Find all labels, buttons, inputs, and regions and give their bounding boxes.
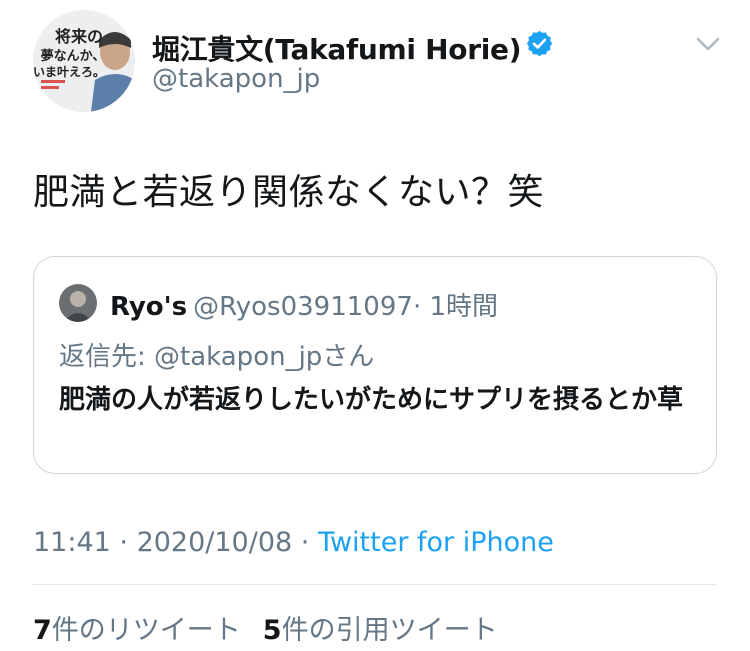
quotes-label: 件の引用ツイート — [281, 615, 498, 646]
author-name[interactable]: 堀江貴文(Takafumi Horie) — [152, 28, 522, 68]
reply-to-label[interactable]: 返信先: @takapon_jpさん — [59, 336, 374, 373]
tweet-date[interactable]: 2020/10/08 — [137, 527, 293, 558]
verified-icon — [526, 30, 553, 57]
retweets-label: 件のリツイート — [51, 615, 241, 646]
tweet-source-link[interactable]: Twitter for iPhone — [318, 527, 554, 558]
quoted-author-avatar-image — [59, 284, 97, 322]
tweet-text: 肥満と若返り関係なくない？笑 — [33, 172, 545, 213]
quoted-tweet-text: 肥満の人が若返りしたいがためにサプリを摂るとか草 — [59, 385, 684, 415]
quotes-count: 5 — [262, 615, 282, 646]
tweet-stats: 7件のリツイート 5件の引用ツイート — [33, 608, 498, 647]
retweets-count: 7 — [33, 615, 52, 646]
avatar-cover-line1: 将来の — [55, 27, 103, 46]
quotes-stat[interactable]: 5件の引用ツイート — [263, 615, 498, 646]
avatar-cover-line2: 夢なんか、 — [41, 48, 106, 64]
tweet-time[interactable]: 11:41 — [33, 527, 111, 558]
meta-separator: · — [110, 527, 137, 558]
author-avatar[interactable]: 将来の 夢なんか、 いま叶えろ。 — [33, 10, 135, 112]
quoted-tweet-card[interactable]: Ryo's @Ryos03911097· 1時間 返信先: @takapon_jp… — [33, 256, 717, 474]
quoted-author-avatar[interactable] — [59, 284, 97, 322]
tweet-meta: 11:41 · 2020/10/08 · Twitter for iPhone — [33, 527, 554, 558]
chevron-down-icon[interactable] — [693, 34, 723, 54]
quoted-author-handle[interactable]: @Ryos03911097 — [193, 292, 413, 322]
meta-separator: · — [292, 527, 318, 558]
quoted-tweet-header: Ryo's @Ryos03911097· 1時間 — [110, 286, 498, 323]
retweets-stat[interactable]: 7件のリツイート — [33, 615, 241, 646]
divider — [33, 584, 717, 585]
quoted-tweet-time: · 1時間 — [412, 292, 499, 322]
avatar-cover-line3: いま叶えろ。 — [33, 64, 105, 79]
author-avatar-image: 将来の 夢なんか、 いま叶えろ。 — [33, 10, 135, 112]
author-handle[interactable]: @takapon_jp — [152, 64, 320, 94]
quoted-author-name[interactable]: Ryo's — [110, 292, 187, 322]
